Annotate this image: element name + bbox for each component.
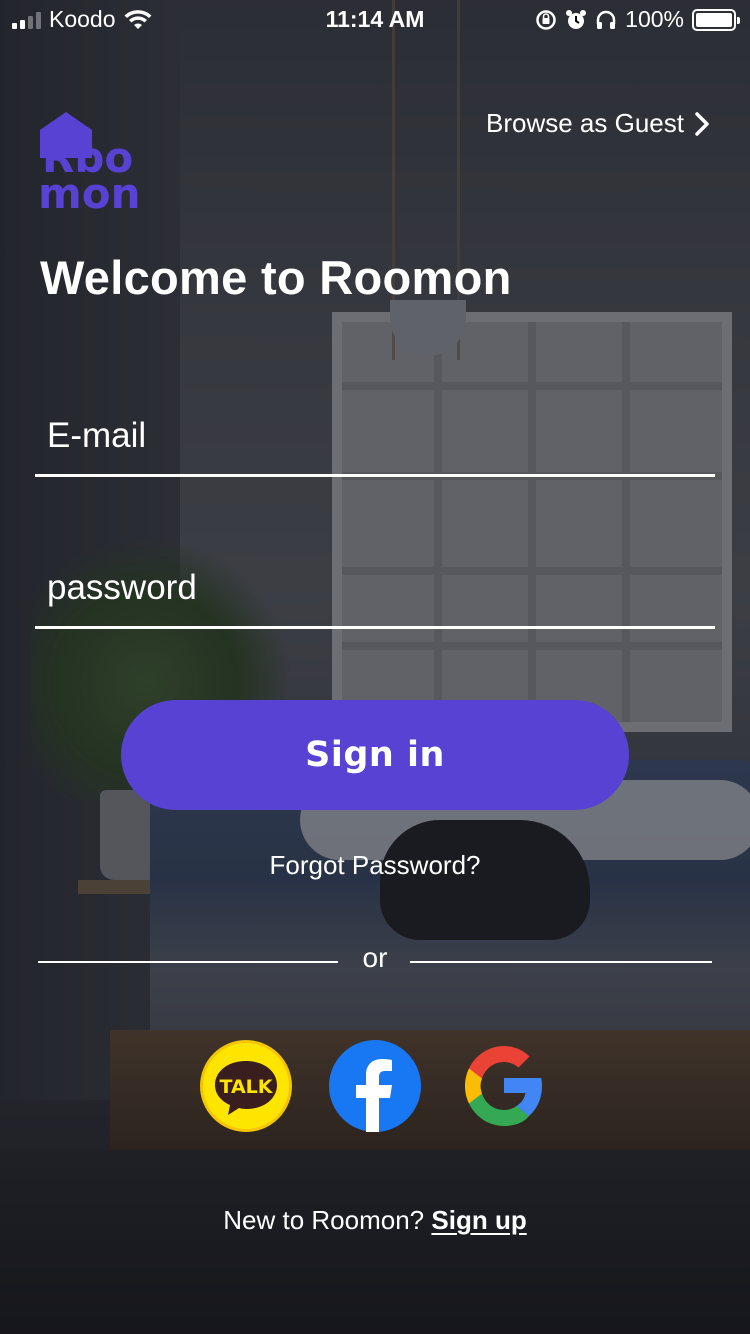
- password-input[interactable]: [47, 564, 697, 612]
- signup-prompt: New to Roomon? Sign up: [0, 1205, 750, 1236]
- headphones-icon: [596, 10, 616, 29]
- sign-in-button[interactable]: Sign in: [121, 700, 629, 810]
- forgot-password-link[interactable]: Forgot Password?: [0, 850, 750, 881]
- svg-text:TALK: TALK: [219, 1076, 273, 1098]
- or-label: or: [362, 942, 388, 973]
- kakao-talk-icon: TALK: [215, 1061, 277, 1115]
- chevron-right-icon: [695, 111, 709, 136]
- status-bar: Koodo 11:14 AM 100%: [0, 0, 750, 40]
- kakao-login-button[interactable]: TALK: [200, 1040, 292, 1132]
- rotation-lock-icon: [536, 9, 556, 30]
- battery-percent: 100%: [625, 6, 684, 32]
- or-divider: or: [38, 940, 712, 984]
- svg-text:mon: mon: [38, 169, 141, 210]
- page-title: Welcome to Roomon: [40, 251, 512, 304]
- signup-prompt-text: New to Roomon?: [223, 1205, 425, 1235]
- facebook-login-button[interactable]: [329, 1040, 421, 1132]
- password-field: [35, 549, 715, 629]
- google-login-button[interactable]: [458, 1040, 550, 1132]
- roomon-logo: Rbo mon: [38, 112, 141, 210]
- email-input[interactable]: [47, 412, 697, 460]
- facebook-icon: [356, 1059, 392, 1132]
- sign-up-link[interactable]: Sign up: [431, 1205, 526, 1235]
- browse-as-guest-link[interactable]: Browse as Guest: [486, 108, 710, 139]
- alarm-icon: [566, 9, 587, 29]
- google-icon: [465, 1046, 542, 1126]
- battery-icon: [692, 8, 740, 31]
- email-field: [35, 397, 715, 477]
- browse-as-guest-label: Browse as Guest: [486, 108, 684, 138]
